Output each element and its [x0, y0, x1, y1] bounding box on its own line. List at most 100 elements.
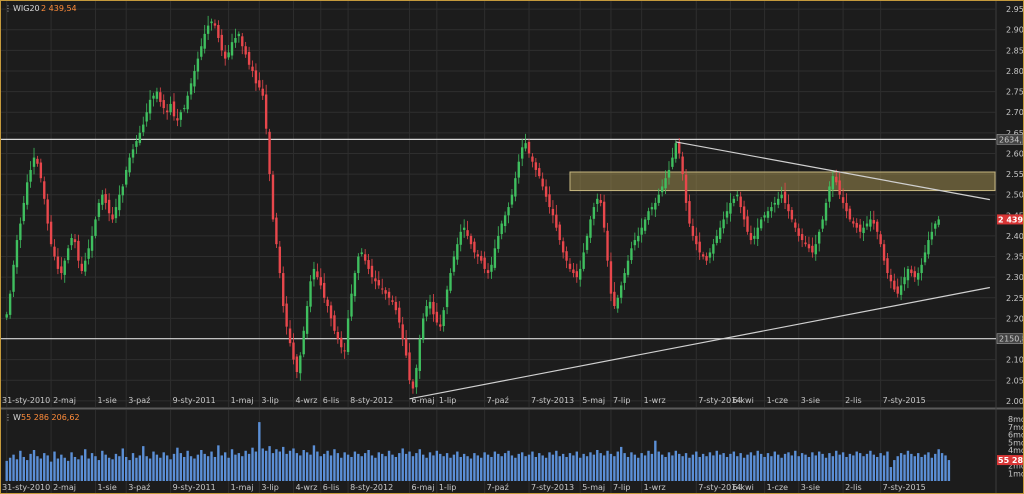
- volume-bar: [514, 457, 517, 481]
- candle-body: [732, 198, 736, 203]
- candle-body: [247, 52, 251, 65]
- volume-bar: [903, 454, 906, 481]
- volume-bar: [282, 446, 285, 481]
- volume-bar: [838, 454, 841, 481]
- candle-body: [43, 181, 46, 199]
- candle-body: [886, 258, 889, 274]
- candle-body: [53, 246, 56, 257]
- volume-menu-icon[interactable]: ⋮: [4, 413, 12, 422]
- candle-body: [213, 23, 217, 26]
- volume-bar: [579, 457, 582, 481]
- volume-bar: [299, 455, 302, 481]
- candle-body: [927, 240, 930, 255]
- candle-body: [858, 224, 862, 232]
- candle-body: [855, 222, 858, 228]
- candle-body: [340, 337, 343, 348]
- candle-body: [647, 211, 650, 221]
- candle-body: [916, 273, 920, 280]
- candle-body: [196, 58, 200, 72]
- price-tick-label: 2.050: [1006, 376, 1023, 385]
- candle-body: [657, 194, 660, 203]
- time-tick-label: 5-maj: [582, 396, 605, 405]
- volume-bar: [183, 456, 186, 481]
- candle-body: [906, 268, 910, 281]
- volume-bar: [712, 455, 715, 481]
- time-tick-label: 31-sty-2010: [2, 396, 50, 405]
- volume-bar: [193, 458, 196, 481]
- volume-bar: [46, 455, 49, 481]
- volume-bar: [268, 446, 271, 481]
- volume-bar: [258, 422, 261, 481]
- volume-bar: [77, 459, 80, 481]
- volume-bar: [483, 452, 486, 481]
- price-legend[interactable]: ⋮ WIG20 2 439,54: [4, 4, 77, 13]
- candle-body: [514, 178, 517, 197]
- candle-body: [336, 332, 340, 340]
- candle-body: [56, 256, 60, 269]
- volume-bar: [237, 453, 241, 481]
- candle-body: [548, 194, 551, 208]
- candle-body: [77, 240, 80, 261]
- volume-bar: [445, 453, 449, 481]
- chart-menu-icon[interactable]: ⋮: [4, 4, 12, 13]
- candle-body: [138, 132, 142, 143]
- volume-bar: [456, 451, 459, 481]
- volume-bar: [169, 459, 172, 481]
- candle-body: [804, 242, 807, 245]
- volume-bar: [264, 450, 268, 481]
- candle-body: [616, 297, 619, 309]
- candle-body: [712, 244, 715, 254]
- candle-body: [111, 214, 114, 220]
- volume-bar: [384, 456, 387, 481]
- candle-body: [759, 219, 763, 229]
- volume-bar: [346, 454, 350, 481]
- volume-bar: [746, 454, 749, 481]
- candle-body: [879, 234, 882, 245]
- candle-body: [589, 219, 592, 238]
- volume-bar: [541, 455, 544, 481]
- volume-bar: [531, 451, 534, 481]
- volume-bar: [261, 448, 264, 481]
- candle-body: [401, 324, 404, 340]
- volume-bar: [845, 456, 848, 481]
- volume-bar: [705, 456, 708, 481]
- volume-bar: [787, 452, 790, 481]
- candle-body: [374, 278, 377, 282]
- volume-bar: [763, 456, 766, 481]
- volume-bar: [640, 453, 643, 481]
- volume-bar: [278, 451, 282, 481]
- candle-body: [377, 280, 381, 286]
- price-tick-label: 2.900: [1006, 26, 1023, 35]
- time-tick-label: 6-maj: [412, 396, 435, 405]
- volume-bar: [759, 453, 763, 481]
- candle-body: [70, 237, 73, 246]
- volume-bar: [210, 451, 213, 481]
- candle-body: [220, 34, 223, 51]
- volume-bar: [606, 450, 609, 481]
- time-tick-label: 3-paź: [128, 483, 150, 492]
- volume-bar: [886, 451, 889, 481]
- volume-bar: [558, 456, 561, 481]
- volume-legend[interactable]: ⋮ W 55 286 206,62: [4, 413, 80, 422]
- resistance-zone[interactable]: [569, 171, 996, 192]
- candle-body: [275, 217, 278, 245]
- candle-body: [763, 215, 766, 218]
- volume-bar: [196, 454, 200, 481]
- volume-bar: [722, 453, 725, 481]
- candle-body: [654, 202, 657, 210]
- candle-body: [179, 112, 183, 120]
- candle-body: [684, 174, 688, 203]
- time-tick-label: 2-lis: [845, 483, 862, 492]
- volume-bar: [824, 457, 828, 481]
- price-tick-label: 2.800: [1006, 67, 1023, 76]
- candle-body: [899, 285, 903, 295]
- candle-body: [25, 182, 29, 205]
- candle-body: [97, 202, 101, 217]
- candle-body: [524, 143, 527, 149]
- volume-bar: [80, 455, 84, 481]
- candle-body: [722, 219, 725, 229]
- volume-bar: [53, 451, 56, 481]
- candlestick-chart[interactable]: 2.9502.9002.8502.8002.7502.7002.6502.600…: [1, 1, 1023, 493]
- time-tick-label: 1-lip: [439, 396, 457, 405]
- candle-body: [650, 207, 654, 210]
